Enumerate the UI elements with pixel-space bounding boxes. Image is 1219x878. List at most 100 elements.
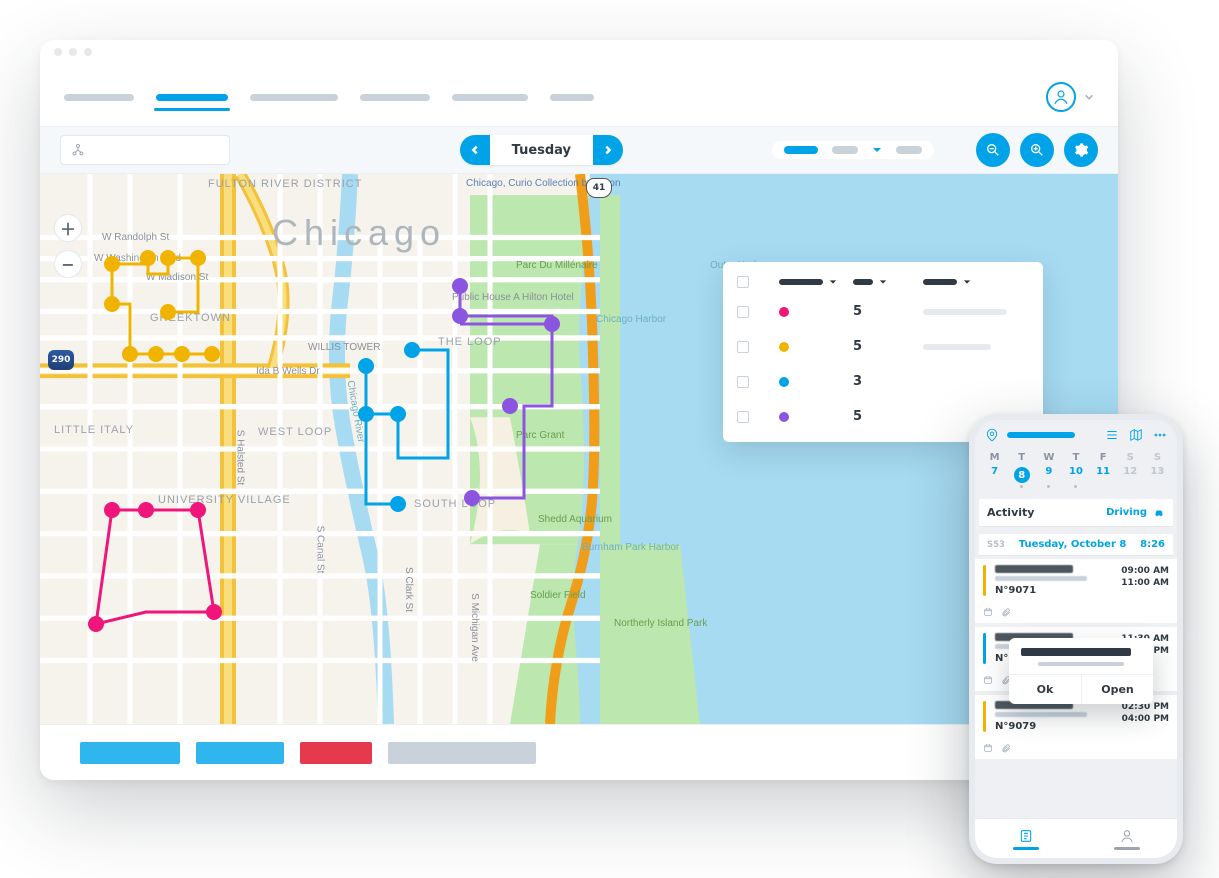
window-dot xyxy=(84,48,92,56)
nav-item[interactable] xyxy=(250,94,338,101)
map-text: THE LOOP xyxy=(438,336,502,348)
map-text: W Randolph St xyxy=(102,232,169,243)
top-nav xyxy=(40,64,1118,126)
day[interactable]: 12 xyxy=(1117,465,1144,485)
date-next-button[interactable] xyxy=(593,135,623,165)
activity-card[interactable]: Activity Driving xyxy=(979,499,1173,526)
more-icon[interactable] xyxy=(1153,428,1167,442)
caret-down-icon[interactable] xyxy=(829,278,837,286)
avatar-icon[interactable] xyxy=(1046,82,1076,112)
entry-code: N°9079 xyxy=(995,721,1114,732)
map-text: LITTLE ITALY xyxy=(54,424,134,436)
window-dot xyxy=(69,48,77,56)
phone-tab-profile[interactable] xyxy=(1114,828,1140,850)
attachment-icon xyxy=(1001,743,1011,753)
filter-group[interactable] xyxy=(772,141,934,159)
day[interactable]: 13 xyxy=(1144,465,1171,485)
nav-item[interactable] xyxy=(550,94,594,101)
day[interactable]: 9 xyxy=(1035,465,1062,485)
zoom-out-control[interactable]: − xyxy=(54,250,82,278)
map-text: WEST LOOP xyxy=(258,426,332,438)
day[interactable]: 7 xyxy=(981,465,1008,485)
popup-ok-button[interactable]: Ok xyxy=(1009,675,1081,704)
visit-entry[interactable]: N°9071 09:00 AM11:00 AM xyxy=(975,559,1177,623)
date-prev-button[interactable] xyxy=(460,135,490,165)
date-label: Tuesday, October 8 xyxy=(1019,539,1127,550)
car-icon xyxy=(1153,507,1165,519)
phone-popup: Ok Open xyxy=(1009,638,1153,704)
filter-chip xyxy=(896,146,922,154)
checkbox[interactable] xyxy=(737,276,749,288)
date-selector: Tuesday xyxy=(460,135,623,165)
caret-down-icon[interactable] xyxy=(879,278,887,286)
titlebar xyxy=(40,40,1118,64)
zoom-out-button[interactable] xyxy=(976,133,1010,167)
entry-code: N°9071 xyxy=(995,585,1113,596)
map-text: Chicago Harbor xyxy=(596,314,666,325)
nav-item-active[interactable] xyxy=(156,94,228,101)
toolbar: Tuesday xyxy=(40,126,1118,174)
map-text: SOUTH LOOP xyxy=(414,498,496,510)
legend-bar xyxy=(923,309,1007,315)
footer-chip[interactable] xyxy=(300,742,372,764)
footer-chip[interactable] xyxy=(388,742,536,764)
phone-bottom-nav xyxy=(975,818,1177,858)
legend-row[interactable]: 5 xyxy=(723,329,1043,364)
date-label[interactable]: Tuesday xyxy=(490,143,593,158)
map-text: Shedd Aquarium xyxy=(538,514,612,525)
map-text: S Michigan Ave xyxy=(469,593,480,662)
checkbox[interactable] xyxy=(737,376,749,388)
caret-down-icon[interactable] xyxy=(963,278,971,286)
phone-mock: M T W T F S S 7 8 9 10 11 12 13 Activity… xyxy=(969,414,1183,864)
calendar-icon xyxy=(983,607,993,617)
map-text: WILLIS TOWER xyxy=(308,342,380,353)
phone-tab-agenda[interactable] xyxy=(1013,828,1039,850)
popup-open-button[interactable]: Open xyxy=(1081,675,1153,704)
map-text: Soldier Field xyxy=(530,590,586,601)
attachment-icon xyxy=(1001,607,1011,617)
hw-badge: 41 xyxy=(586,178,612,198)
zoom-in-control[interactable]: ＋ xyxy=(54,214,82,242)
city-label: Chicago xyxy=(272,212,446,254)
activity-label: Activity xyxy=(987,506,1034,519)
date-time: 8:26 xyxy=(1140,539,1165,550)
search-input[interactable] xyxy=(60,135,230,165)
legend-row[interactable]: 5 xyxy=(723,294,1043,329)
legend-row[interactable]: 3 xyxy=(723,364,1043,399)
settings-button[interactable] xyxy=(1064,133,1098,167)
map-text: S Clark St xyxy=(403,567,414,612)
footer-bar xyxy=(40,724,1118,780)
checkbox[interactable] xyxy=(737,306,749,318)
legend-header xyxy=(723,270,1043,294)
checkbox[interactable] xyxy=(737,411,749,423)
nav-item[interactable] xyxy=(360,94,430,101)
nav-item[interactable] xyxy=(64,94,134,101)
map-text: Parc Grant xyxy=(516,430,564,441)
map[interactable]: ＋ − Chicago FULTON RIVER DISTRICT W Rand… xyxy=(40,174,1118,724)
caret-down-icon xyxy=(872,145,882,155)
filter-chip xyxy=(784,146,818,154)
chevron-down-icon[interactable] xyxy=(1084,92,1094,102)
nav-item[interactable] xyxy=(452,94,528,101)
list-icon[interactable] xyxy=(1105,428,1119,442)
hierarchy-icon xyxy=(71,143,85,157)
map-text: Public House A Hilton Hotel xyxy=(452,292,574,303)
count: 3 xyxy=(853,374,909,389)
footer-chip[interactable] xyxy=(196,742,284,764)
day[interactable]: 10 xyxy=(1062,465,1089,485)
calendar-icon xyxy=(983,675,993,685)
location-icon[interactable] xyxy=(985,428,999,442)
map-text: Parc Du Millénaire xyxy=(516,260,598,271)
map-icon[interactable] xyxy=(1129,428,1143,442)
day-selected[interactable]: 8 xyxy=(1008,465,1035,485)
day[interactable]: 11 xyxy=(1090,465,1117,485)
checkbox[interactable] xyxy=(737,341,749,353)
phone-week[interactable]: M T W T F S S 7 8 9 10 11 12 13 xyxy=(975,450,1177,491)
date-card[interactable]: S53 Tuesday, October 8 8:26 xyxy=(979,534,1173,555)
hw-badge: 290 xyxy=(48,350,74,370)
visit-entry[interactable]: N°9079 02:30 PM04:00 PM xyxy=(975,695,1177,759)
footer-chip[interactable] xyxy=(80,742,180,764)
zoom-in-button[interactable] xyxy=(1020,133,1054,167)
count: 5 xyxy=(853,339,909,354)
calendar-icon xyxy=(983,743,993,753)
